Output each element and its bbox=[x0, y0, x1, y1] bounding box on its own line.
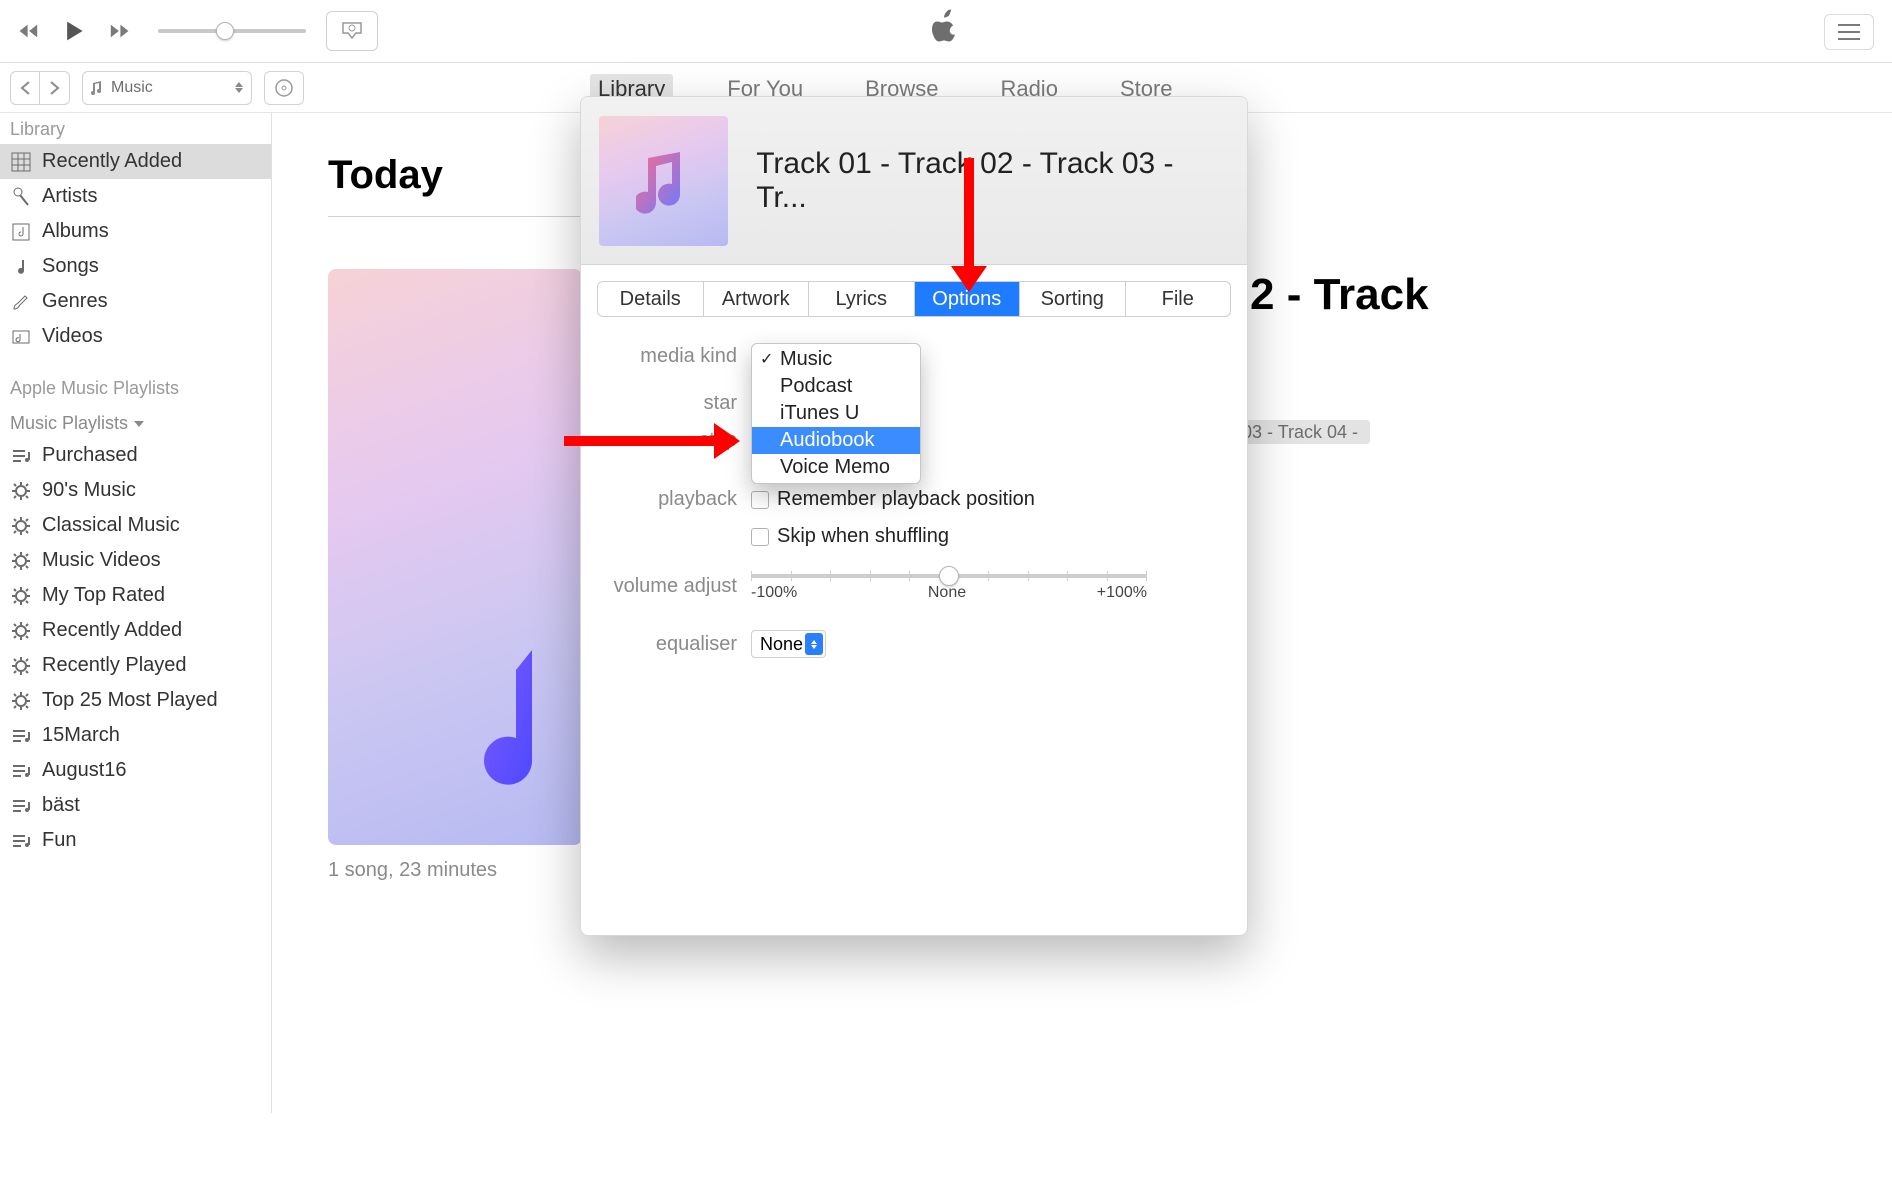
sidebar-header-library: Library bbox=[0, 113, 271, 144]
gear-icon bbox=[10, 515, 32, 537]
playlist-icon bbox=[10, 795, 32, 817]
sidebar-recently-added2[interactable]: Recently Added bbox=[0, 613, 271, 648]
annotation-arrow-down bbox=[960, 158, 978, 292]
note-icon bbox=[10, 256, 32, 278]
range-max: +100% bbox=[1097, 584, 1147, 602]
media-kind-dropdown: ✓Music Podcast iTunes U Audiobook Voice … bbox=[751, 343, 921, 484]
grid-icon bbox=[10, 151, 32, 173]
playlist-icon bbox=[10, 445, 32, 467]
playlist-icon bbox=[10, 760, 32, 782]
playlist-icon bbox=[10, 725, 32, 747]
check-icon: ✓ bbox=[760, 349, 773, 369]
sidebar-music-videos[interactable]: Music Videos bbox=[0, 543, 271, 578]
sidebar-videos[interactable]: Videos bbox=[0, 319, 271, 354]
music-note-icon bbox=[442, 640, 552, 815]
range-mid: None bbox=[928, 584, 966, 602]
cd-button[interactable] bbox=[264, 71, 304, 105]
skip-label: Skip when shuffling bbox=[777, 525, 949, 548]
tab-sorting[interactable]: Sorting bbox=[1020, 282, 1126, 316]
sidebar-recently-played[interactable]: Recently Played bbox=[0, 648, 271, 683]
option-music[interactable]: ✓Music bbox=[752, 346, 920, 373]
album-artwork[interactable] bbox=[328, 269, 582, 845]
sidebar-albums[interactable]: Albums bbox=[0, 214, 271, 249]
volume-adjust-slider[interactable]: -100% None +100% bbox=[751, 570, 1147, 602]
playback-controls bbox=[18, 19, 130, 43]
gear-icon bbox=[10, 620, 32, 642]
modal-artwork bbox=[599, 116, 728, 246]
annotation-arrow-right bbox=[564, 434, 740, 448]
apple-logo-icon bbox=[931, 10, 961, 51]
modal-header: Track 01 - Track 02 - Track 03 - Tr... bbox=[581, 97, 1247, 265]
fast-forward-button[interactable] bbox=[106, 19, 130, 43]
label-media-kind: media kind bbox=[581, 345, 751, 368]
gear-icon bbox=[10, 550, 32, 572]
sidebar-15march[interactable]: 15March bbox=[0, 718, 271, 753]
equaliser-value: None bbox=[760, 634, 803, 655]
sidebar-recently-added[interactable]: Recently Added bbox=[0, 144, 271, 179]
gear-icon bbox=[10, 480, 32, 502]
list-view-toggle[interactable] bbox=[1824, 14, 1874, 50]
options-form: media kind ✓Music Podcast iTunes U Audio… bbox=[581, 333, 1247, 658]
rewind-button[interactable] bbox=[18, 19, 42, 43]
sidebar-august16[interactable]: August16 bbox=[0, 753, 271, 788]
label-start: star bbox=[581, 392, 751, 415]
side-truncated-title: 2 - Track bbox=[1250, 270, 1429, 320]
range-min: -100% bbox=[751, 584, 797, 602]
modal-title: Track 01 - Track 02 - Track 03 - Tr... bbox=[756, 147, 1229, 215]
album-icon bbox=[10, 221, 32, 243]
tab-artwork[interactable]: Artwork bbox=[704, 282, 810, 316]
tab-file[interactable]: File bbox=[1126, 282, 1231, 316]
remember-checkbox[interactable] bbox=[751, 491, 769, 509]
media-selector-label: Music bbox=[111, 79, 153, 97]
nav-back-button[interactable] bbox=[10, 71, 40, 105]
sidebar-header-music-pl[interactable]: Music Playlists bbox=[0, 403, 271, 438]
option-itunesu[interactable]: iTunes U bbox=[752, 400, 920, 427]
sidebar-top25[interactable]: Top 25 Most Played bbox=[0, 683, 271, 718]
sidebar-header-apple: Apple Music Playlists bbox=[0, 372, 271, 403]
playlist-icon bbox=[10, 830, 32, 852]
sidebar-top-rated[interactable]: My Top Rated bbox=[0, 578, 271, 613]
sidebar-fun[interactable]: Fun bbox=[0, 823, 271, 858]
sidebar-genres[interactable]: Genres bbox=[0, 284, 271, 319]
airplay-button[interactable] bbox=[326, 11, 378, 51]
gear-icon bbox=[10, 585, 32, 607]
guitar-icon bbox=[10, 291, 32, 313]
chevron-down-icon bbox=[134, 421, 144, 427]
remember-label: Remember playback position bbox=[777, 488, 1035, 511]
label-equaliser: equaliser bbox=[581, 633, 751, 656]
label-volume: volume adjust bbox=[581, 575, 751, 598]
volume-slider[interactable] bbox=[158, 29, 306, 33]
chevron-updown-icon bbox=[235, 82, 243, 93]
nav-forward-button[interactable] bbox=[40, 71, 70, 105]
skip-checkbox[interactable] bbox=[751, 528, 769, 546]
music-note-icon bbox=[91, 80, 105, 96]
label-playback: playback bbox=[581, 488, 751, 511]
side-selected-row[interactable]: 03 - Track 04 - bbox=[1230, 420, 1370, 444]
equaliser-select[interactable]: None bbox=[751, 630, 826, 658]
modal-tabs: Details Artwork Lyrics Options Sorting F… bbox=[597, 281, 1231, 317]
top-toolbar bbox=[0, 0, 1892, 63]
sidebar-purchased[interactable]: Purchased bbox=[0, 438, 271, 473]
mic-icon bbox=[10, 186, 32, 208]
sidebar-songs[interactable]: Songs bbox=[0, 249, 271, 284]
video-icon bbox=[10, 326, 32, 348]
tab-lyrics[interactable]: Lyrics bbox=[809, 282, 915, 316]
info-modal: Track 01 - Track 02 - Track 03 - Tr... D… bbox=[580, 96, 1248, 936]
sidebar: Library Recently Added Artists Albums So… bbox=[0, 113, 272, 1113]
option-audiobook[interactable]: Audiobook bbox=[752, 427, 920, 454]
gear-icon bbox=[10, 690, 32, 712]
sidebar-classical[interactable]: Classical Music bbox=[0, 508, 271, 543]
option-podcast[interactable]: Podcast bbox=[752, 373, 920, 400]
option-voicememo[interactable]: Voice Memo bbox=[752, 454, 920, 481]
gear-icon bbox=[10, 655, 32, 677]
sidebar-90s[interactable]: 90's Music bbox=[0, 473, 271, 508]
tab-details[interactable]: Details bbox=[598, 282, 704, 316]
chevron-updown-icon bbox=[805, 633, 823, 655]
media-type-selector[interactable]: Music bbox=[82, 71, 252, 105]
play-button[interactable] bbox=[62, 19, 86, 43]
sidebar-bast[interactable]: bäst bbox=[0, 788, 271, 823]
sidebar-artists[interactable]: Artists bbox=[0, 179, 271, 214]
